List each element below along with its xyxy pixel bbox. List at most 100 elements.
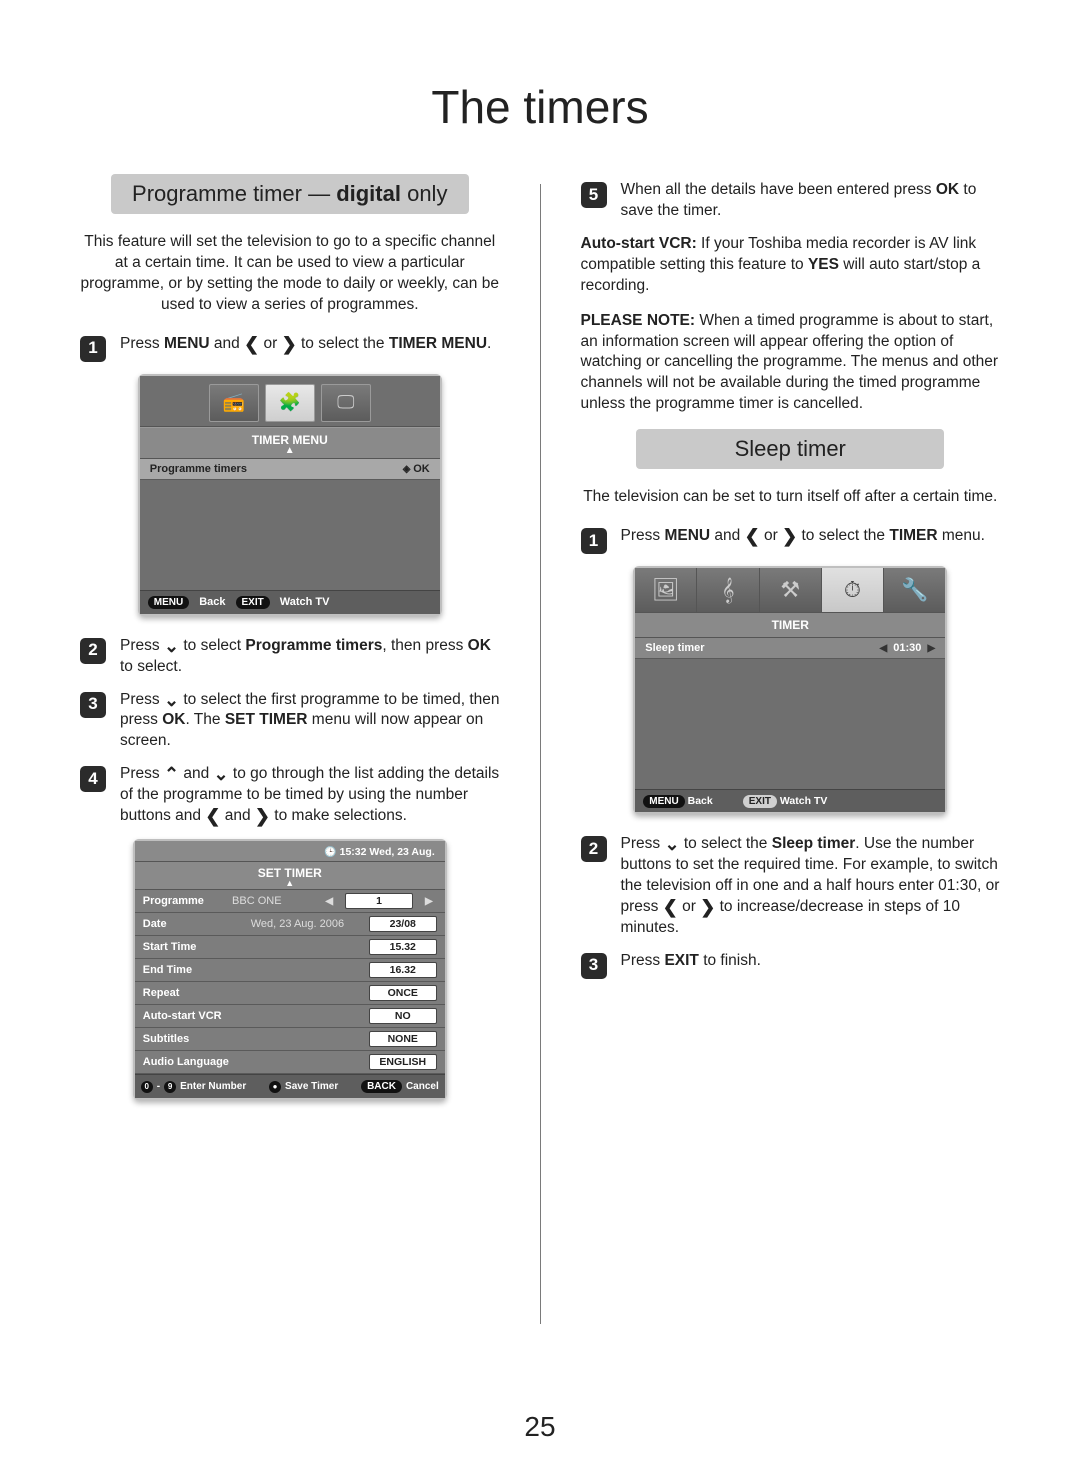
set-row-value: Wed, 23 Aug. 2006 bbox=[251, 918, 351, 930]
right-nav-icon: ▶ bbox=[928, 643, 936, 654]
set-row-label: End Time bbox=[143, 964, 243, 976]
osd-footer: 0-9Enter Number ●Save Timer BACKCancel bbox=[135, 1074, 445, 1098]
paragraph-autostart: Auto-start VCR: If your Toshiba media re… bbox=[581, 234, 1001, 297]
step-text: When all the details have been entered p… bbox=[621, 180, 1011, 222]
osd-title: SET TIMER ▲ bbox=[135, 862, 445, 890]
down-arrow-icon: ⌄ bbox=[214, 767, 229, 781]
osd-body bbox=[635, 659, 945, 789]
osd-tab-timer-icon: ⏱ bbox=[822, 568, 884, 612]
set-row-label: Programme bbox=[143, 895, 224, 907]
osd-set-row: ProgrammeBBC ONE◀1▶ bbox=[135, 890, 445, 913]
left-arrow-icon: ❮ bbox=[663, 900, 678, 914]
section-heading-programme-timer: Programme timer — digital only bbox=[111, 174, 469, 214]
osd-set-row: Auto-start VCR NO bbox=[135, 1005, 445, 1028]
step-5: 5 When all the details have been entered… bbox=[581, 180, 1011, 222]
set-row-label: Auto-start VCR bbox=[143, 1010, 243, 1022]
osd-set-row: Start Time 15.32 bbox=[135, 936, 445, 959]
osd-footer: MENU Back EXIT Watch TV bbox=[635, 789, 945, 812]
osd-row-sleep-timer: Sleep timer ◀ 01:30 ▶ bbox=[635, 638, 945, 659]
sleep-step-2: 2 Press ⌄ to select the Sleep timer. Use… bbox=[581, 834, 1011, 939]
page-title: The timers bbox=[70, 80, 1010, 134]
exit-pill: EXIT bbox=[236, 596, 270, 609]
step-number: 4 bbox=[80, 766, 106, 792]
osd-datetime: 15:32 Wed, 23 Aug. bbox=[135, 841, 445, 862]
sleep-step-3: 3 Press EXIT to finish. bbox=[581, 951, 1011, 979]
osd-title: TIMER MENU ▲ bbox=[140, 427, 440, 459]
osd-tab-setup-icon: ⚒ bbox=[760, 568, 822, 612]
set-row-label: Start Time bbox=[143, 941, 243, 953]
column-divider bbox=[540, 184, 541, 1324]
step-text: Press MENU and ❮ or ❯ to select the TIME… bbox=[621, 526, 1011, 554]
set-row-field: 16.32 bbox=[369, 962, 437, 978]
osd-tab-icon: 📻 bbox=[209, 384, 259, 422]
foot-watch: Watch TV bbox=[280, 596, 330, 608]
osd-set-row: End Time 16.32 bbox=[135, 959, 445, 982]
osd-title: TIMER bbox=[635, 613, 945, 638]
right-arrow-icon: ❯ bbox=[700, 900, 715, 914]
step-2: 2 Press ⌄ to select Programme timers, th… bbox=[80, 636, 510, 678]
down-arrow-icon: ⌄ bbox=[164, 639, 179, 653]
set-row-field: 15.32 bbox=[369, 939, 437, 955]
set-row-label: Subtitles bbox=[143, 1033, 243, 1045]
heading-text: Programme timer — bbox=[132, 181, 336, 206]
left-nav-icon: ◀ bbox=[321, 896, 337, 907]
osd-tab-picture-icon: 🖼 bbox=[635, 568, 697, 612]
intro-text: This feature will set the television to … bbox=[80, 232, 500, 316]
paragraph-note: PLEASE NOTE: When a timed programme is a… bbox=[581, 311, 1001, 416]
set-row-field: ONCE bbox=[369, 985, 437, 1001]
osd-tab-lock-icon: 🔧 bbox=[884, 568, 945, 612]
right-column: 5 When all the details have been entered… bbox=[571, 174, 1011, 1324]
osd-row-programme-timers: Programme timers OK bbox=[140, 459, 440, 480]
right-arrow-icon: ❯ bbox=[255, 809, 270, 823]
step-text: Press ⌄ to select the first programme to… bbox=[120, 690, 510, 753]
right-arrow-icon: ❯ bbox=[282, 337, 297, 351]
set-row-field: 23/08 bbox=[369, 916, 437, 932]
step-4: 4 Press ⌃ and ⌄ to go through the list a… bbox=[80, 764, 510, 827]
foot-back: Back bbox=[199, 596, 225, 608]
left-arrow-icon: ❮ bbox=[745, 529, 760, 543]
osd-row-label: Programme timers bbox=[150, 463, 247, 475]
step-text: Press ⌄ to select the Sleep timer. Use t… bbox=[621, 834, 1011, 939]
osd-row-ok: OK bbox=[403, 463, 430, 475]
osd-body bbox=[140, 480, 440, 590]
right-arrow-icon: ❯ bbox=[782, 529, 797, 543]
step-number: 1 bbox=[80, 336, 106, 362]
step-text: Press ⌄ to select Programme timers, then… bbox=[120, 636, 510, 678]
menu-pill: MENU bbox=[148, 596, 189, 609]
set-row-field: NO bbox=[369, 1008, 437, 1024]
right-nav-icon: ▶ bbox=[421, 896, 437, 907]
osd-set-timer: 15:32 Wed, 23 Aug. SET TIMER ▲ Programme… bbox=[133, 839, 447, 1100]
osd-set-row: SubtitlesNONE bbox=[135, 1028, 445, 1051]
osd-rows: ProgrammeBBC ONE◀1▶DateWed, 23 Aug. 2006… bbox=[135, 890, 445, 1074]
set-row-field: 1 bbox=[345, 893, 413, 909]
osd-tabs: 📻 🧩 🖵 bbox=[140, 376, 440, 427]
step-1: 1 Press MENU and ❮ or ❯ to select the TI… bbox=[80, 334, 510, 362]
step-number: 2 bbox=[80, 638, 106, 664]
heading-bold: digital bbox=[336, 181, 401, 206]
osd-tab-icon: 🖵 bbox=[321, 384, 371, 422]
step-number: 3 bbox=[581, 953, 607, 979]
down-arrow-icon: ⌄ bbox=[164, 693, 179, 707]
up-arrow-icon: ⌃ bbox=[164, 767, 179, 781]
osd-tabs: 🖼 𝄞 ⚒ ⏱ 🔧 bbox=[635, 568, 945, 613]
osd-set-row: Repeat ONCE bbox=[135, 982, 445, 1005]
step-number: 2 bbox=[581, 836, 607, 862]
columns: Programme timer — digital only This feat… bbox=[70, 174, 1010, 1324]
step-text: Press EXIT to finish. bbox=[621, 951, 1011, 979]
osd-tab-sound-icon: 𝄞 bbox=[697, 568, 759, 612]
left-nav-icon: ◀ bbox=[879, 643, 887, 654]
osd-row-value: 01:30 bbox=[893, 642, 921, 654]
menu-pill: MENU bbox=[643, 795, 684, 808]
step-number: 1 bbox=[581, 528, 607, 554]
set-row-label: Repeat bbox=[143, 987, 243, 999]
foot-enter-number: 0-9Enter Number bbox=[141, 1081, 246, 1093]
osd-tab-icon-selected: 🧩 bbox=[265, 384, 315, 422]
left-arrow-icon: ❮ bbox=[244, 337, 259, 351]
osd-footer: MENU Back EXIT Watch TV bbox=[140, 590, 440, 614]
step-number: 5 bbox=[581, 182, 607, 208]
exit-pill: EXIT bbox=[743, 795, 777, 808]
step-text: Press ⌃ and ⌄ to go through the list add… bbox=[120, 764, 510, 827]
osd-set-row: Audio LanguageENGLISH bbox=[135, 1051, 445, 1074]
osd-row-label: Sleep timer bbox=[645, 642, 704, 654]
step-text: Press MENU and ❮ or ❯ to select the TIME… bbox=[120, 334, 510, 362]
